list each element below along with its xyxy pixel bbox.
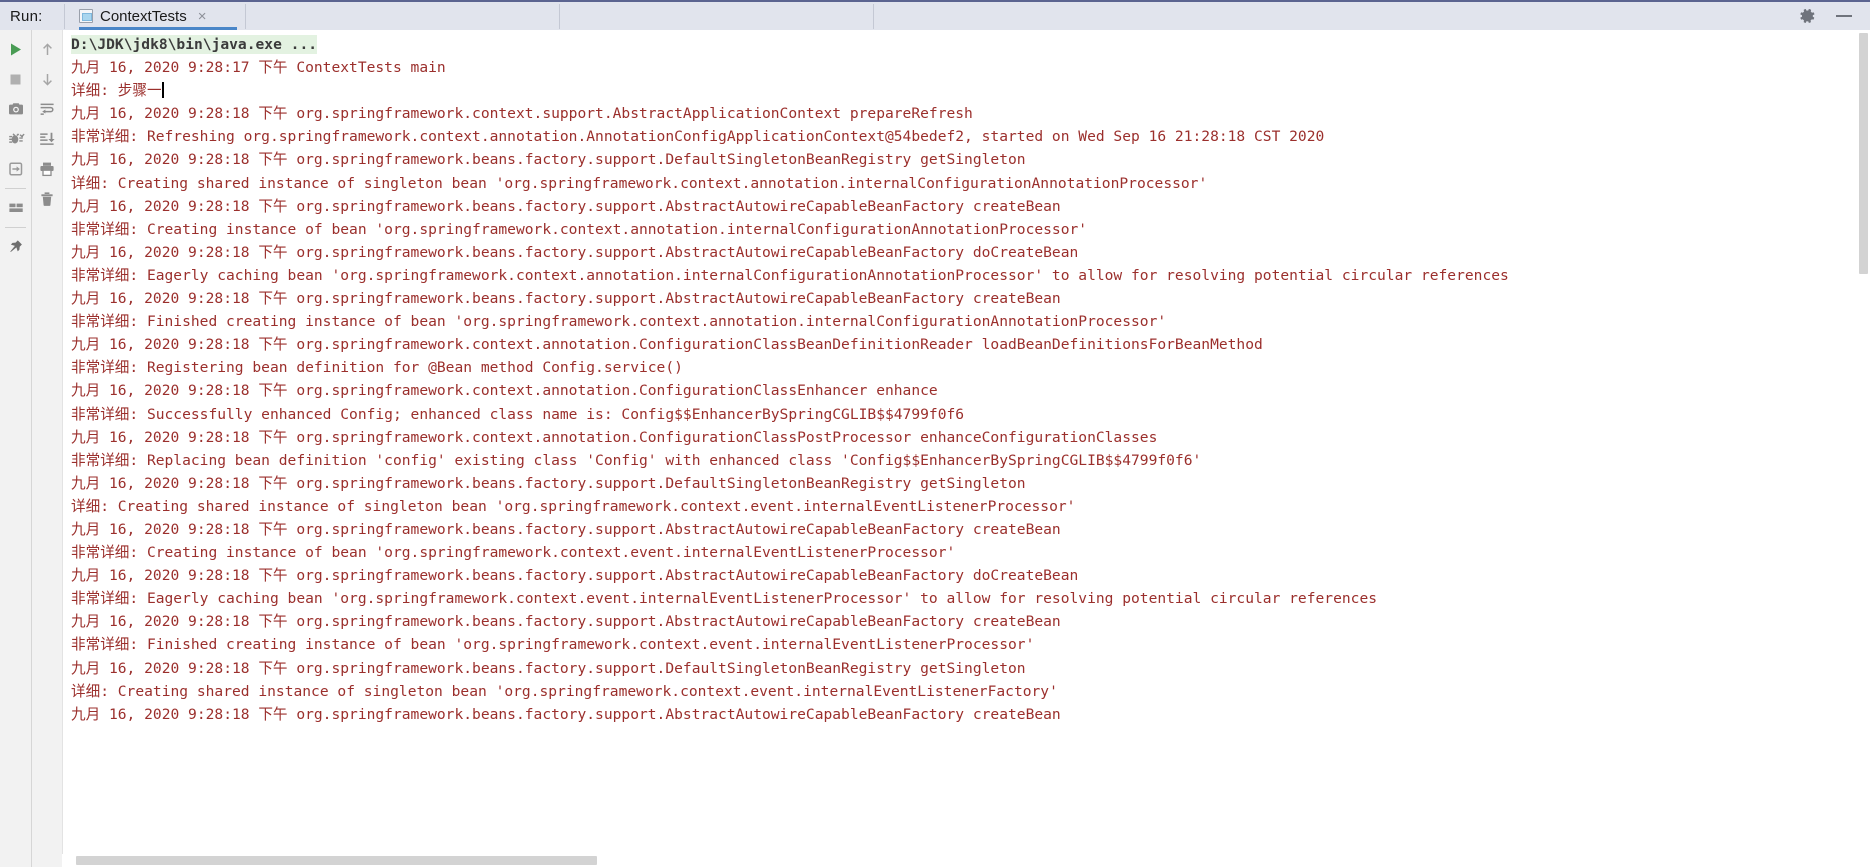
stop-button[interactable] — [0, 64, 31, 94]
console-line: 九月 16, 2020 9:28:18 下午 org.springframewo… — [71, 195, 1509, 218]
console-line-text: 非常详细: Eagerly caching bean 'org.springfr… — [71, 266, 1509, 284]
console-line-text: 非常详细: Eagerly caching bean 'org.springfr… — [71, 590, 1378, 608]
console-line: 非常详细: Replacing bean definition 'config'… — [71, 449, 1509, 472]
tabbar-filler-2 — [560, 2, 873, 30]
console-line: 九月 16, 2020 9:28:18 下午 org.springframewo… — [71, 703, 1509, 726]
run-toolbar-primary — [0, 30, 31, 867]
console-line-text: D:\JDK\jdk8\bin\java.exe ... — [71, 35, 318, 54]
console-line: 九月 16, 2020 9:28:18 下午 org.springframewo… — [71, 379, 1509, 402]
run-tool-window: Run: ContextTests × D:\JDK\jdk8\bin\java… — [0, 0, 1870, 867]
console-line-text: 详细: Creating shared instance of singleto… — [71, 174, 1208, 192]
print-icon[interactable] — [32, 154, 63, 184]
console-line-text: 九月 16, 2020 9:28:18 下午 org.springframewo… — [71, 659, 1026, 677]
console-line-text: 九月 16, 2020 9:28:18 下午 org.springframewo… — [71, 151, 1026, 169]
run-toolbar — [0, 30, 62, 867]
attach-console-icon[interactable] — [0, 154, 31, 184]
minimize-icon[interactable] — [1836, 15, 1852, 17]
console-line-text: 非常详细: Refreshing org.springframework.con… — [71, 128, 1325, 146]
console-line: 详细: Creating shared instance of singleto… — [71, 495, 1509, 518]
console-line-text: 九月 16, 2020 9:28:18 下午 org.springframewo… — [71, 520, 1061, 538]
console-line: 九月 16, 2020 9:28:18 下午 org.springframewo… — [71, 657, 1509, 680]
console-line-text: 非常详细: Creating instance of bean 'org.spr… — [71, 544, 956, 562]
console-line: 非常详细: Finished creating instance of bean… — [71, 633, 1509, 656]
console-line-text: 非常详细: Registering bean definition for @B… — [71, 359, 683, 377]
console-line-text: 详细: 步骤一 — [71, 82, 162, 100]
console-line-text: 非常详细: Successfully enhanced Config; enha… — [71, 405, 965, 423]
tabbar-filler-1 — [246, 2, 559, 30]
run-configuration-icon — [79, 9, 93, 23]
console-line: 非常详细: Eagerly caching bean 'org.springfr… — [71, 587, 1509, 610]
console-line-text: 非常详细: Creating instance of bean 'org.spr… — [71, 220, 1088, 238]
console-line: 九月 16, 2020 9:28:17 下午 ContextTests main — [71, 56, 1509, 79]
tab-contexttests[interactable]: ContextTests × — [65, 2, 245, 30]
close-icon[interactable]: × — [194, 9, 207, 24]
text-caret — [161, 82, 164, 99]
console-line: 非常详细: Refreshing org.springframework.con… — [71, 125, 1509, 148]
trash-icon[interactable] — [32, 184, 63, 214]
console-line: 非常详细: Successfully enhanced Config; enha… — [71, 403, 1509, 426]
horizontal-scrollbar[interactable] — [62, 854, 1857, 867]
console-line-text: 详细: Creating shared instance of singleto… — [71, 497, 1076, 515]
console-line-text: 非常详细: Finished creating instance of bean… — [71, 313, 1167, 331]
console-line: 非常详细: Finished creating instance of bean… — [71, 310, 1509, 333]
console-lines: D:\JDK\jdk8\bin\java.exe ... 九月 16, 2020 … — [63, 30, 1509, 726]
console-line-text: 九月 16, 2020 9:28:18 下午 org.springframewo… — [71, 290, 1061, 308]
run-toolbar-secondary — [31, 30, 62, 867]
console-line: 九月 16, 2020 9:28:18 下午 org.springframewo… — [71, 102, 1509, 125]
console-line: 九月 16, 2020 9:28:18 下午 org.springframewo… — [71, 333, 1509, 356]
camera-icon[interactable] — [0, 94, 31, 124]
console-line: 非常详细: Registering bean definition for @B… — [71, 356, 1509, 379]
console-line-text: 九月 16, 2020 9:28:18 下午 org.springframewo… — [71, 336, 1263, 354]
console-line-text: 九月 16, 2020 9:28:18 下午 org.springframewo… — [71, 613, 1061, 631]
toolbar-divider-1 — [5, 188, 26, 189]
console-line-text: 九月 16, 2020 9:28:18 下午 org.springframewo… — [71, 567, 1079, 585]
console-line-text: 九月 16, 2020 9:28:18 下午 org.springframewo… — [71, 705, 1061, 723]
console-line-text: 非常详细: Finished creating instance of bean… — [71, 636, 1035, 654]
console-line-text: 九月 16, 2020 9:28:18 下午 org.springframewo… — [71, 243, 1079, 261]
gear-icon[interactable] — [1798, 7, 1816, 25]
console-line: 非常详细: Eagerly caching bean 'org.springfr… — [71, 264, 1509, 287]
console-output[interactable]: D:\JDK\jdk8\bin\java.exe ... 九月 16, 2020 … — [62, 30, 1857, 867]
vertical-scrollbar[interactable] — [1857, 30, 1870, 867]
console-line: 九月 16, 2020 9:28:18 下午 org.springframewo… — [71, 518, 1509, 541]
console-line: 非常详细: Creating instance of bean 'org.spr… — [71, 218, 1509, 241]
thread-dump-icon[interactable] — [0, 124, 31, 154]
console-line: 九月 16, 2020 9:28:18 下午 org.springframewo… — [71, 426, 1509, 449]
run-tab-bar: Run: ContextTests × — [0, 0, 1870, 30]
console-line: 九月 16, 2020 9:28:18 下午 org.springframewo… — [71, 241, 1509, 264]
console-line-text: 九月 16, 2020 9:28:18 下午 org.springframewo… — [71, 474, 1026, 492]
arrow-down-icon[interactable] — [32, 64, 63, 94]
console-line: 九月 16, 2020 9:28:18 下午 org.springframewo… — [71, 610, 1509, 633]
console-line-text: 九月 16, 2020 9:28:18 下午 org.springframewo… — [71, 382, 938, 400]
console-line: 详细: Creating shared instance of singleto… — [71, 680, 1509, 703]
console-line-text: 九月 16, 2020 9:28:17 下午 ContextTests main — [71, 59, 446, 77]
console-line-text: 非常详细: Replacing bean definition 'config'… — [71, 451, 1202, 469]
arrow-up-icon[interactable] — [32, 34, 63, 64]
console-line-text: 九月 16, 2020 9:28:18 下午 org.springframewo… — [71, 197, 1061, 215]
scroll-to-end-icon[interactable] — [32, 124, 63, 154]
console-line: 详细: Creating shared instance of singleto… — [71, 172, 1509, 195]
console-line: D:\JDK\jdk8\bin\java.exe ... — [71, 33, 1509, 56]
rerun-button[interactable] — [0, 34, 31, 64]
console-line: 详细: 步骤一 — [71, 79, 1509, 102]
tab-label: ContextTests — [100, 7, 187, 25]
tabbar-actions — [1798, 2, 1870, 30]
run-tool-label: Run: — [10, 7, 43, 25]
layout-icon[interactable] — [0, 193, 31, 223]
console-line: 九月 16, 2020 9:28:18 下午 org.springframewo… — [71, 564, 1509, 587]
pin-icon[interactable] — [0, 232, 31, 262]
vertical-scrollbar-thumb[interactable] — [1859, 33, 1868, 274]
tabbar-spacer — [874, 2, 1798, 30]
console-line-text: 详细: Creating shared instance of singleto… — [71, 682, 1058, 700]
console-line: 九月 16, 2020 9:28:18 下午 org.springframewo… — [71, 287, 1509, 310]
horizontal-scrollbar-thumb[interactable] — [76, 856, 597, 865]
console-line: 九月 16, 2020 9:28:18 下午 org.springframewo… — [71, 148, 1509, 171]
soft-wrap-icon[interactable] — [32, 94, 63, 124]
console-line-text: 九月 16, 2020 9:28:18 下午 org.springframewo… — [71, 428, 1158, 446]
console-line: 非常详细: Creating instance of bean 'org.spr… — [71, 541, 1509, 564]
console-line: 九月 16, 2020 9:28:18 下午 org.springframewo… — [71, 472, 1509, 495]
console-line-text: 九月 16, 2020 9:28:18 下午 org.springframewo… — [71, 105, 973, 123]
toolbar-divider-2 — [5, 227, 26, 228]
